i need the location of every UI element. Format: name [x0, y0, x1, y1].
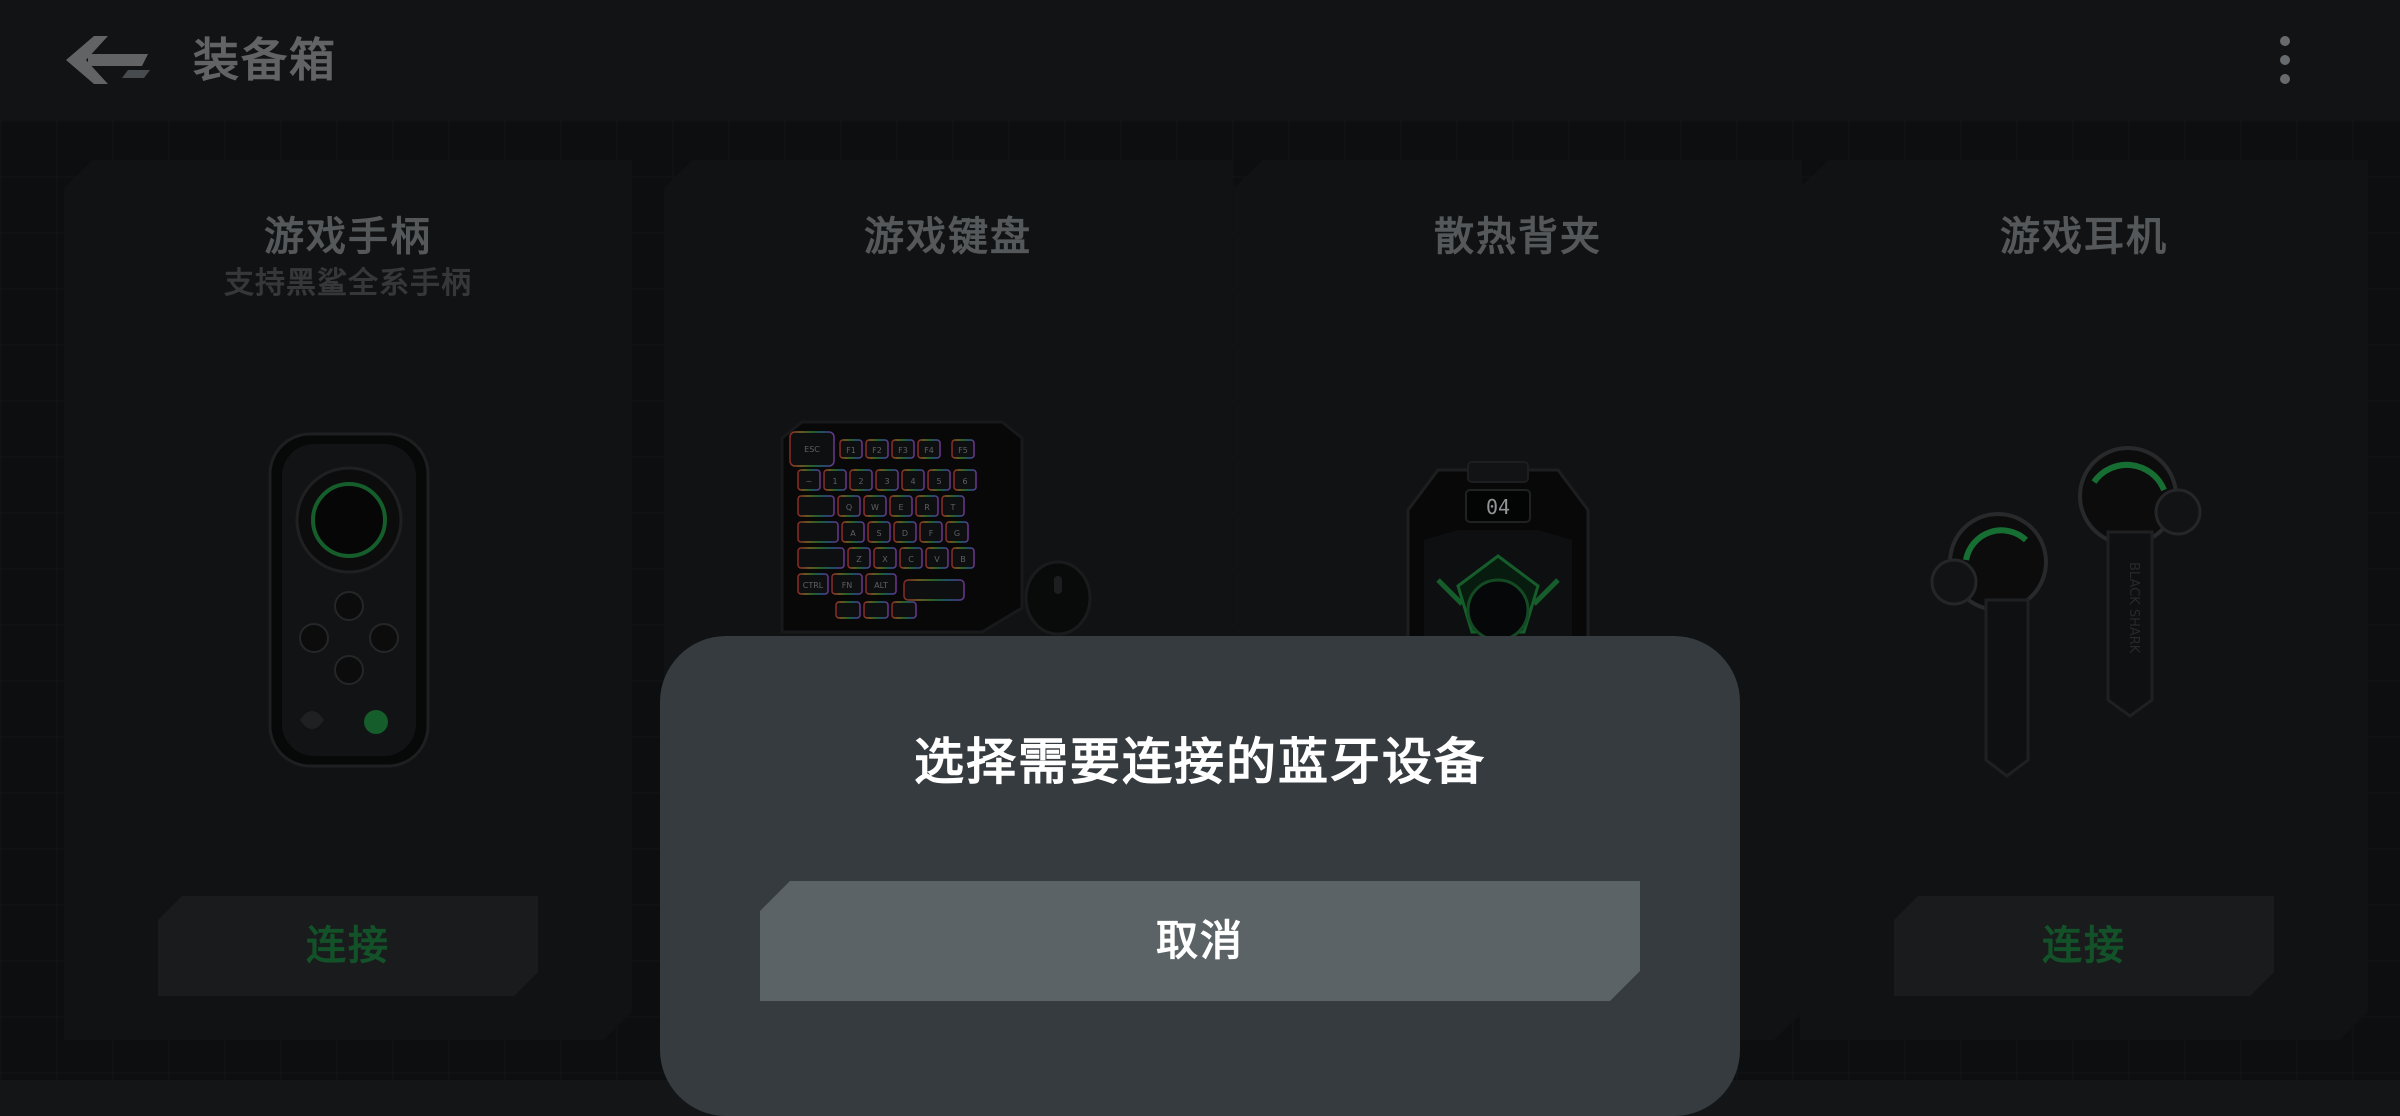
- bluetooth-device-dialog: 选择需要连接的蓝牙设备 取消: [660, 636, 1740, 1116]
- cancel-button[interactable]: 取消: [760, 881, 1640, 1001]
- dialog-title: 选择需要连接的蓝牙设备: [914, 733, 1486, 791]
